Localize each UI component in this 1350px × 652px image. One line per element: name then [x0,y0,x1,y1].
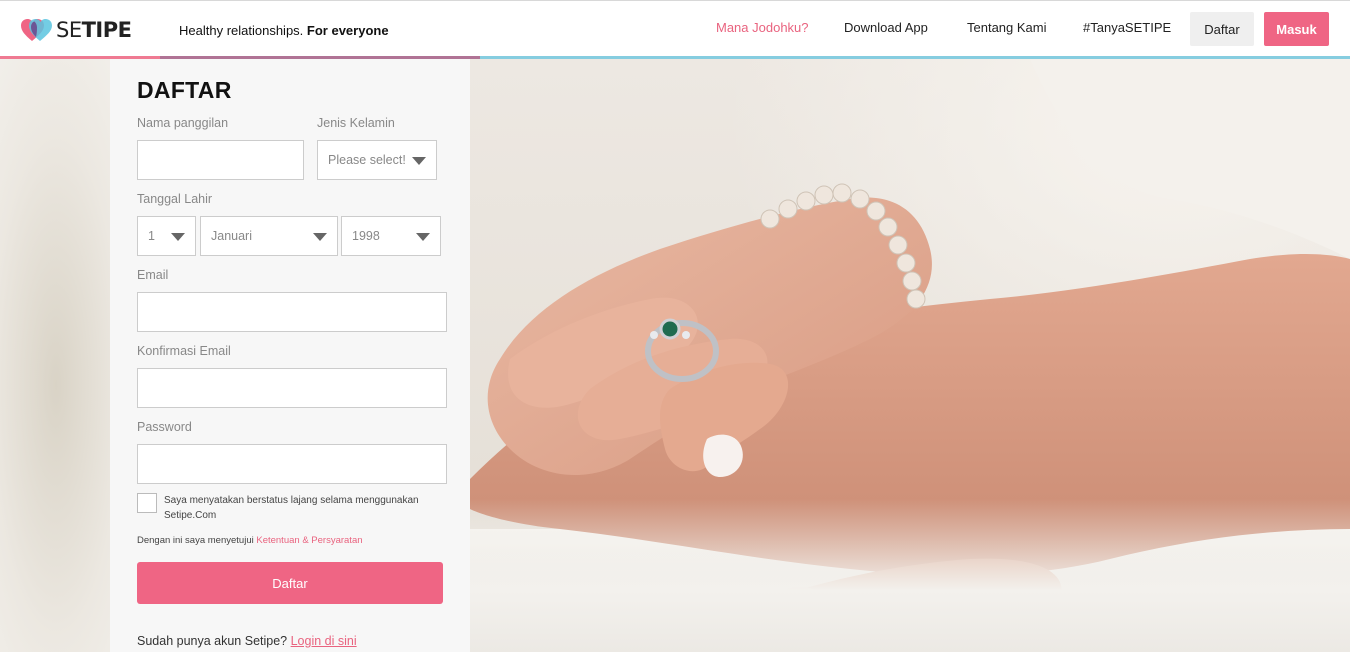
password-input[interactable] [137,444,447,484]
nickname-input[interactable] [137,140,304,180]
birth-month-value: Januari [211,229,252,243]
tagline-normal: Healthy relationships. [179,23,304,38]
email-input[interactable] [137,292,447,332]
single-status-checkbox[interactable] [137,493,157,513]
nav-mana-jodohku[interactable]: Mana Jodohku? [716,20,809,35]
email-label: Email [137,268,169,282]
tagline-bold: For everyone [306,23,389,38]
confirm-email-input[interactable] [137,368,447,408]
terms-agreement: Dengan ini saya menyetujui Ketentuan & P… [137,535,363,546]
form-title: DAFTAR [137,77,232,103]
register-panel: DAFTAR Nama panggilan Jenis Kelamin Plea… [110,59,470,652]
chevron-down-icon [416,233,430,241]
setipe-logo[interactable]: SETIPE [20,17,132,43]
register-submit-button[interactable]: Daftar [137,562,443,604]
gender-select[interactable]: Please select! [317,140,437,180]
nav-masuk-button[interactable]: Masuk [1264,12,1329,46]
nav-download-app[interactable]: Download App [844,20,928,35]
nickname-label: Nama panggilan [137,116,229,130]
chevron-down-icon [313,233,327,241]
birth-year-value: 1998 [352,229,380,243]
nav-tanya-setipe[interactable]: #TanyaSETIPE [1083,20,1171,35]
single-status-text: Saya menyatakan berstatus lajang selama … [164,495,419,521]
birth-day-select[interactable]: 1 [137,216,196,256]
login-link[interactable]: Login di sini [291,634,357,648]
password-label: Password [137,420,192,434]
gender-select-value: Please select! [328,153,406,167]
terms-prefix: Dengan ini saya menyetujui [137,535,254,546]
birth-month-select[interactable]: Januari [200,216,338,256]
confirm-email-label: Konfirmasi Email [137,344,231,358]
nav-daftar-button[interactable]: Daftar [1190,12,1254,46]
logo-wordmark: SETIPE [56,18,132,42]
login-prompt: Sudah punya akun Setipe? Login di sini [137,634,357,648]
chevron-down-icon [171,233,185,241]
login-prompt-text: Sudah punya akun Setipe? [137,634,288,648]
tagline: Healthy relationships. For everyone [179,23,389,38]
nav-tentang-kami[interactable]: Tentang Kami [967,20,1047,35]
heart-logo-icon [21,19,52,41]
birth-day-value: 1 [148,229,155,243]
hero-tablecloth [470,499,1350,652]
top-header: SETIPE Healthy relationships. For everyo… [0,0,1350,56]
chevron-down-icon [412,157,426,165]
terms-link[interactable]: Ketentuan & Persyaratan [256,535,362,546]
birth-year-select[interactable]: 1998 [341,216,441,256]
gender-label: Jenis Kelamin [317,116,395,130]
birthdate-label: Tanggal Lahir [137,192,213,206]
